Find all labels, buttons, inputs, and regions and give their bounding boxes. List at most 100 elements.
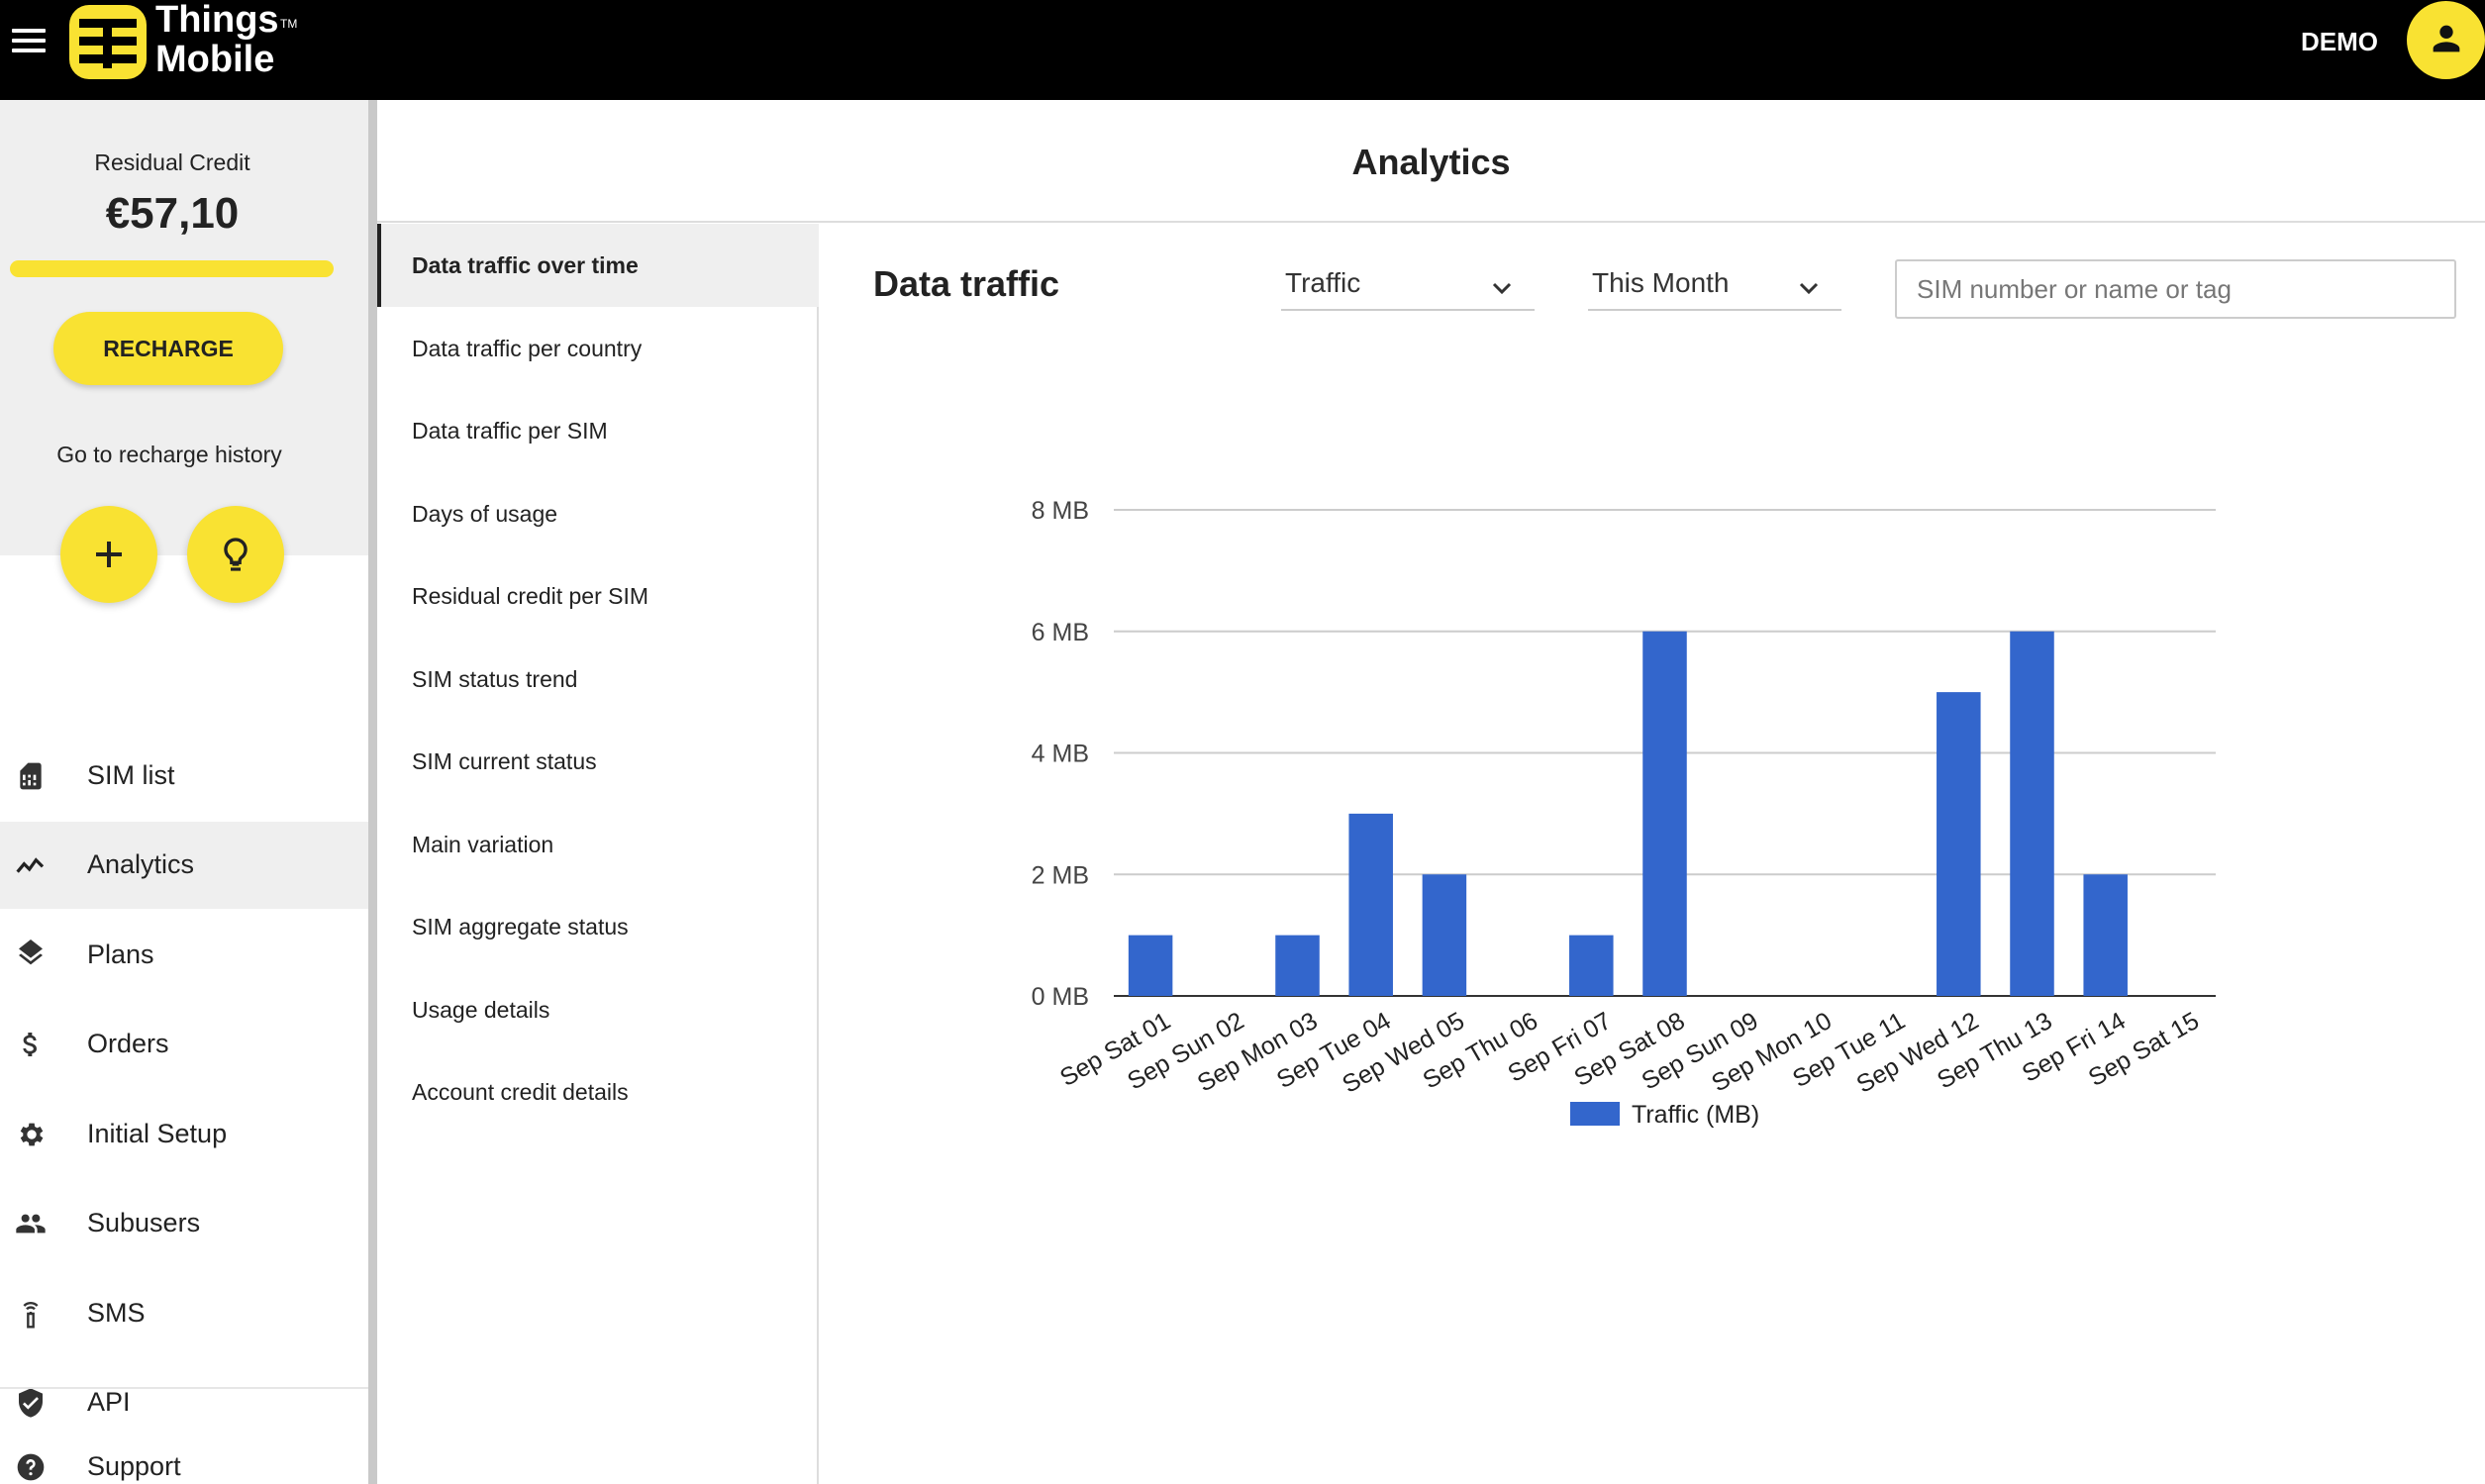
- person-icon: [2433, 25, 2460, 52]
- y-tick-label: 2 MB: [1032, 861, 1089, 889]
- legend-swatch: [1570, 1102, 1620, 1126]
- credit-panel: Residual Credit €57,10 RECHARGE Go to re…: [0, 100, 368, 603]
- submenu-item-sim-status-trend[interactable]: SIM status trend: [377, 638, 819, 721]
- bar: [1569, 935, 1614, 996]
- submenu-item-label: SIM status trend: [412, 666, 578, 692]
- logo-trademark: TM: [280, 17, 298, 31]
- logo-icon: [69, 5, 147, 79]
- sim-card-icon: [20, 762, 42, 790]
- top-app-bar: Things TM Mobile DEMO: [0, 0, 2485, 100]
- layers-icon: [19, 940, 43, 965]
- bar: [2083, 874, 2128, 996]
- sidebar-item-initial-setup[interactable]: Initial Setup: [0, 1091, 368, 1178]
- y-tick-label: 0 MB: [1032, 983, 1089, 1011]
- account-label[interactable]: DEMO: [2301, 27, 2378, 57]
- period-select[interactable]: This Month: [1588, 261, 1841, 311]
- add-button[interactable]: [60, 506, 157, 603]
- sidebar-item-support[interactable]: Support: [0, 1426, 368, 1484]
- submenu-item-residual-credit-per-sim[interactable]: Residual credit per SIM: [377, 554, 819, 638]
- submenu-item-label: Data traffic over time: [412, 252, 639, 278]
- submenu-item-days-of-usage[interactable]: Days of usage: [377, 472, 819, 555]
- logo-line-1: Things: [155, 0, 279, 41]
- antenna-icon: [23, 1302, 39, 1329]
- bar: [1275, 935, 1320, 996]
- y-tick-label: 4 MB: [1032, 741, 1089, 768]
- chart-svg: 0 MB2 MB4 MB6 MB8 MBSep Sat 01Sep Sun 02…: [1032, 497, 2216, 1129]
- dollar-icon: [23, 1033, 37, 1056]
- submenu-item-label: Account credit details: [412, 1079, 629, 1105]
- sidebar-item-label: SIM list: [87, 760, 175, 790]
- page-title: Analytics: [1351, 142, 1511, 182]
- sidebar-item-label: Initial Setup: [87, 1119, 228, 1148]
- sidebar-scrollbar[interactable]: [368, 100, 377, 1484]
- bar: [1642, 631, 1687, 996]
- y-tick-label: 8 MB: [1032, 497, 1089, 525]
- chevron-down-icon: [1492, 282, 1512, 295]
- metric-select-value: Traffic: [1285, 267, 1361, 298]
- logo-text: Things TM Mobile: [155, 0, 297, 80]
- residual-credit-label: Residual Credit: [94, 149, 250, 175]
- y-tick-label: 6 MB: [1032, 619, 1089, 646]
- sidebar-item-subusers[interactable]: Subusers: [0, 1180, 368, 1267]
- menu-icon[interactable]: [12, 29, 46, 52]
- submenu-item-data-traffic-over-time[interactable]: Data traffic over time: [377, 224, 819, 307]
- sidebar-item-label: Plans: [87, 940, 154, 969]
- submenu-item-label: SIM current status: [412, 748, 597, 774]
- credit-level-bar: [10, 260, 334, 277]
- submenu-item-label: Days of usage: [412, 501, 558, 527]
- recharge-button[interactable]: RECHARGE: [53, 312, 283, 385]
- sidebar-item-label: Subusers: [87, 1208, 201, 1237]
- legend-label: Traffic (MB): [1632, 1101, 1759, 1129]
- data-traffic-chart: 0 MB 2 MB 4 MB 6 MB 8 MB Sep Sat 01 Sep Sun 02…: [990, 455, 2257, 1168]
- sidebar-item-label: Analytics: [87, 849, 195, 879]
- bar: [2010, 631, 2054, 996]
- metric-select[interactable]: Traffic: [1281, 261, 1535, 311]
- analytics-submenu: Data traffic over time Data traffic per …: [377, 224, 819, 1484]
- submenu-item-label: Residual credit per SIM: [412, 583, 649, 609]
- logo-line-2: Mobile: [155, 39, 275, 80]
- submenu-item-label: Usage details: [412, 997, 550, 1023]
- sidebar-item-orders[interactable]: Orders: [0, 1001, 368, 1088]
- bar: [1422, 874, 1467, 996]
- people-icon: [16, 1214, 46, 1234]
- sidebar-item-sim-list[interactable]: SIM list: [0, 733, 368, 820]
- help-icon: [17, 1453, 45, 1481]
- submenu-item-label: Data traffic per SIM: [412, 418, 608, 444]
- recharge-history-link[interactable]: Go to recharge history: [0, 442, 339, 468]
- submenu-item-usage-details[interactable]: Usage details: [377, 968, 819, 1051]
- submenu-item-main-variation[interactable]: Main variation: [377, 803, 819, 886]
- lightbulb-icon: [224, 538, 248, 571]
- user-avatar[interactable]: [2407, 1, 2485, 79]
- submenu-item-label: Data traffic per country: [412, 336, 643, 361]
- chevron-down-icon: [1799, 282, 1819, 295]
- page-header: Analytics: [377, 100, 2485, 223]
- gear-icon: [20, 1123, 44, 1146]
- bar: [1348, 813, 1393, 996]
- sidebar-item-label: Orders: [87, 1029, 169, 1058]
- sim-search-input[interactable]: [1895, 259, 2456, 319]
- shield-check-icon: [19, 1388, 43, 1418]
- sidebar-item-plans[interactable]: Plans: [0, 912, 368, 999]
- sidebar-item-label: SMS: [87, 1298, 146, 1328]
- tips-button[interactable]: [187, 506, 284, 603]
- submenu-item-label: SIM aggregate status: [412, 914, 629, 940]
- residual-credit-value: €57,10: [105, 189, 240, 238]
- bar: [1128, 935, 1173, 996]
- submenu-item-data-traffic-per-sim[interactable]: Data traffic per SIM: [377, 389, 819, 472]
- sidebar-item-analytics[interactable]: Analytics: [0, 822, 368, 909]
- period-select-value: This Month: [1592, 267, 1730, 298]
- sidebar-item-label: API: [87, 1387, 131, 1417]
- sidebar-item-sms[interactable]: SMS: [0, 1270, 368, 1357]
- trending-line-icon: [16, 857, 45, 873]
- plus-icon: [96, 542, 122, 567]
- content-title: Data traffic: [873, 263, 1060, 304]
- submenu-item-label: Main variation: [412, 832, 554, 857]
- left-sidebar: Residual Credit €57,10 RECHARGE Go to re…: [0, 100, 368, 1484]
- submenu-item-data-traffic-per-country[interactable]: Data traffic per country: [377, 307, 819, 390]
- submenu-item-account-credit-details[interactable]: Account credit details: [377, 1050, 819, 1134]
- sidebar-item-label: Support: [87, 1451, 181, 1481]
- submenu-item-sim-aggregate-status[interactable]: SIM aggregate status: [377, 885, 819, 968]
- bar: [1937, 692, 1981, 996]
- sidebar-separator: [0, 1387, 368, 1389]
- submenu-item-sim-current-status[interactable]: SIM current status: [377, 720, 819, 803]
